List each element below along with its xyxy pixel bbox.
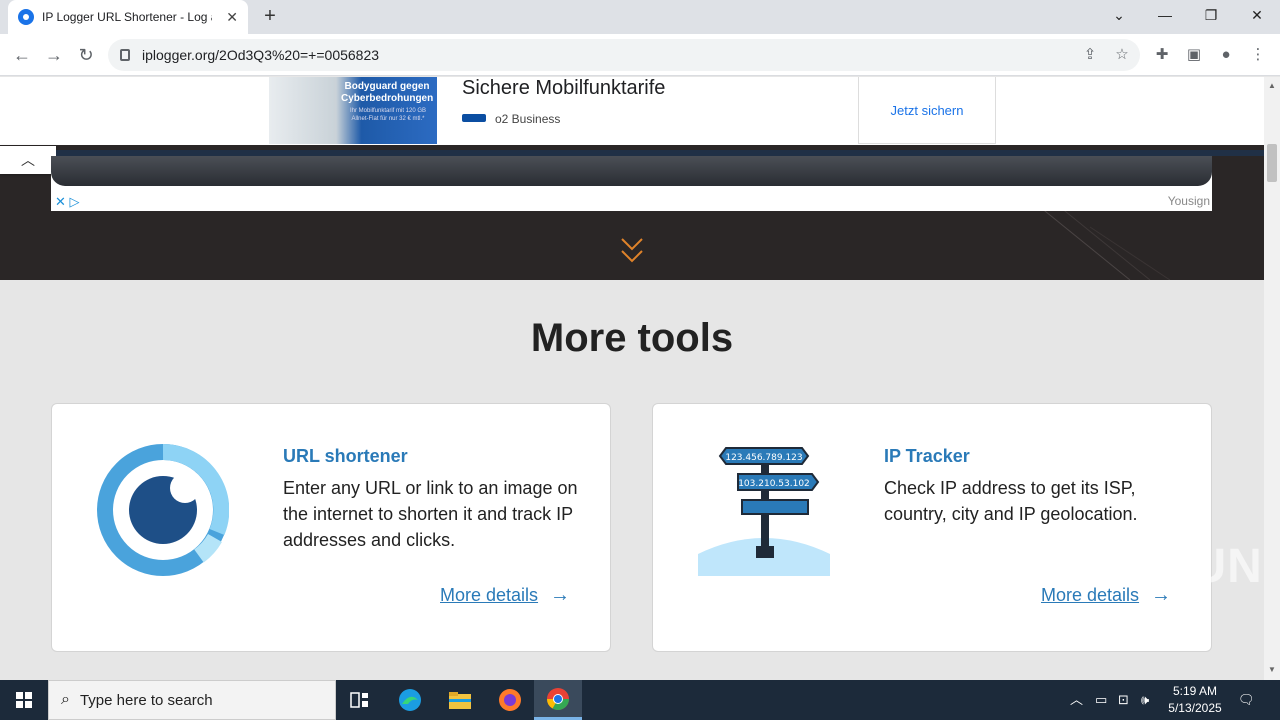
chevron-up-icon: ︿ [21, 152, 35, 168]
browser-toolbar: ← → ↻ iplogger.org/2Od3Q3%20=+=0056823 ⇪… [0, 34, 1280, 76]
search-placeholder: Type here to search [79, 691, 213, 709]
card-title[interactable]: IP Tracker [884, 446, 970, 467]
volume-icon[interactable]: 🕪 [1141, 680, 1149, 720]
windows-start-icon[interactable] [0, 680, 48, 720]
card-description: Check IP address to get its ISP, country… [884, 478, 1138, 524]
anyrun-watermark: ANY RUN [1038, 540, 1263, 593]
edge-browser-icon[interactable] [386, 680, 434, 720]
browser-tab-bar: IP Logger URL Shortener - Log a ✕ + ⌄ — … [0, 0, 1280, 34]
share-icon[interactable]: ⇪ [1078, 43, 1102, 67]
profile-avatar-icon[interactable]: ● [1214, 43, 1238, 67]
top-ad-banner[interactable]: Bodyguard gegen Cyberbedrohungen Ihr Mob… [0, 77, 1264, 145]
firefox-icon[interactable] [486, 680, 534, 720]
scroll-down-arrow-icon[interactable]: ▼ [1268, 665, 1276, 674]
collapse-ad-button[interactable]: ︿ [0, 146, 56, 174]
more-tools-section: More tools URL shortener Enter any URL o… [0, 280, 1264, 680]
eye-logo-icon [97, 444, 229, 576]
network-icon[interactable]: ⊡ [1118, 680, 1129, 720]
url-shortener-card[interactable]: URL shortener Enter any URL or link to a… [51, 403, 611, 652]
forward-arrow-icon[interactable]: → [42, 43, 66, 67]
ip-tracker-card[interactable]: 123.456.789.123 103.210.53.102 IP Tracke… [652, 403, 1212, 652]
ad-cta-button[interactable]: Jetzt sichern [858, 77, 996, 144]
signpost-icon: 123.456.789.123 103.210.53.102 [698, 447, 830, 576]
system-clock[interactable]: 5:19 AM 5/13/2025 [1160, 683, 1230, 717]
card-title[interactable]: URL shortener [283, 446, 408, 467]
card-description: Enter any URL or link to an image on the… [283, 478, 578, 550]
windows-taskbar: ⌕ Type here to search ︿ ▭ ⊡ 🕪 5:19 AM 5/… [0, 680, 1280, 720]
tab-search-icon[interactable]: ⌄ [1096, 0, 1142, 30]
page-scrollbar[interactable]: ▲ ▼ [1264, 77, 1280, 680]
scrollbar-thumb[interactable] [1267, 144, 1277, 182]
new-tab-button[interactable]: + [258, 4, 282, 28]
ad-banner-graphic [51, 156, 1212, 186]
ad-image-subtext: Ihr Mobilfunktarif mit 120 GB Allnet-Fla… [349, 108, 427, 122]
reload-icon[interactable]: ↻ [74, 43, 98, 67]
browser-tab-active[interactable]: IP Logger URL Shortener - Log a ✕ [8, 0, 248, 34]
address-bar[interactable]: iplogger.org/2Od3Q3%20=+=0056823 [108, 39, 1140, 71]
menu-kebab-icon[interactable]: ⋮ [1246, 43, 1270, 67]
ad-brand: Yousign [1167, 194, 1210, 208]
scroll-up-arrow-icon[interactable]: ▲ [1268, 81, 1276, 90]
chrome-icon[interactable] [534, 680, 582, 720]
back-arrow-icon[interactable]: ← [10, 43, 34, 67]
ad-image[interactable]: Bodyguard gegen Cyberbedrohungen Ihr Mob… [269, 77, 437, 144]
scroll-down-chevron-icon[interactable] [620, 237, 644, 267]
minimize-button[interactable]: — [1142, 0, 1188, 30]
sign-ip-1: 123.456.789.123 [725, 453, 802, 463]
lock-icon [120, 49, 130, 61]
site-favicon-icon [18, 9, 34, 25]
restore-button[interactable]: ❐ [1188, 0, 1234, 30]
task-view-icon[interactable] [336, 680, 384, 720]
file-explorer-icon[interactable] [436, 680, 484, 720]
meet-now-icon[interactable]: ▭ [1095, 680, 1107, 720]
search-icon: ⌕ [61, 691, 70, 708]
clock-date: 5/13/2025 [1168, 701, 1222, 715]
ad-title[interactable]: Sichere Mobilfunktarife [462, 77, 665, 100]
close-window-button[interactable]: ✕ [1234, 0, 1280, 30]
ad-choices-icon[interactable]: ✕ ▷ [55, 194, 80, 210]
ad-advertiser: o2 Business [495, 112, 561, 126]
tab-close-icon[interactable]: ✕ [226, 9, 238, 26]
arrow-right-icon[interactable]: → [550, 584, 570, 607]
bookmark-star-icon[interactable]: ☆ [1110, 43, 1134, 67]
address-url: iplogger.org/2Od3Q3%20=+=0056823 [142, 47, 380, 63]
side-panel-icon[interactable]: ▣ [1182, 43, 1206, 67]
o2-logo-icon [462, 114, 486, 122]
more-details-link[interactable]: More details [440, 585, 538, 606]
sign-ip-2: 103.210.53.102 [738, 479, 810, 489]
notifications-icon[interactable]: 🗨 [1238, 680, 1255, 720]
section-heading: More tools [530, 316, 734, 360]
second-ad-banner[interactable]: ✕ ▷ Yousign [51, 156, 1212, 211]
tray-chevron-icon[interactable]: ︿ [1070, 680, 1083, 720]
taskbar-search-box[interactable]: ⌕ Type here to search [48, 680, 336, 720]
ad-image-headline: Bodyguard gegen Cyberbedrohungen [341, 81, 434, 104]
clock-time: 5:19 AM [1172, 684, 1218, 698]
tab-title: IP Logger URL Shortener - Log a [42, 10, 212, 24]
extensions-puzzle-icon[interactable]: ✚ [1150, 43, 1174, 67]
